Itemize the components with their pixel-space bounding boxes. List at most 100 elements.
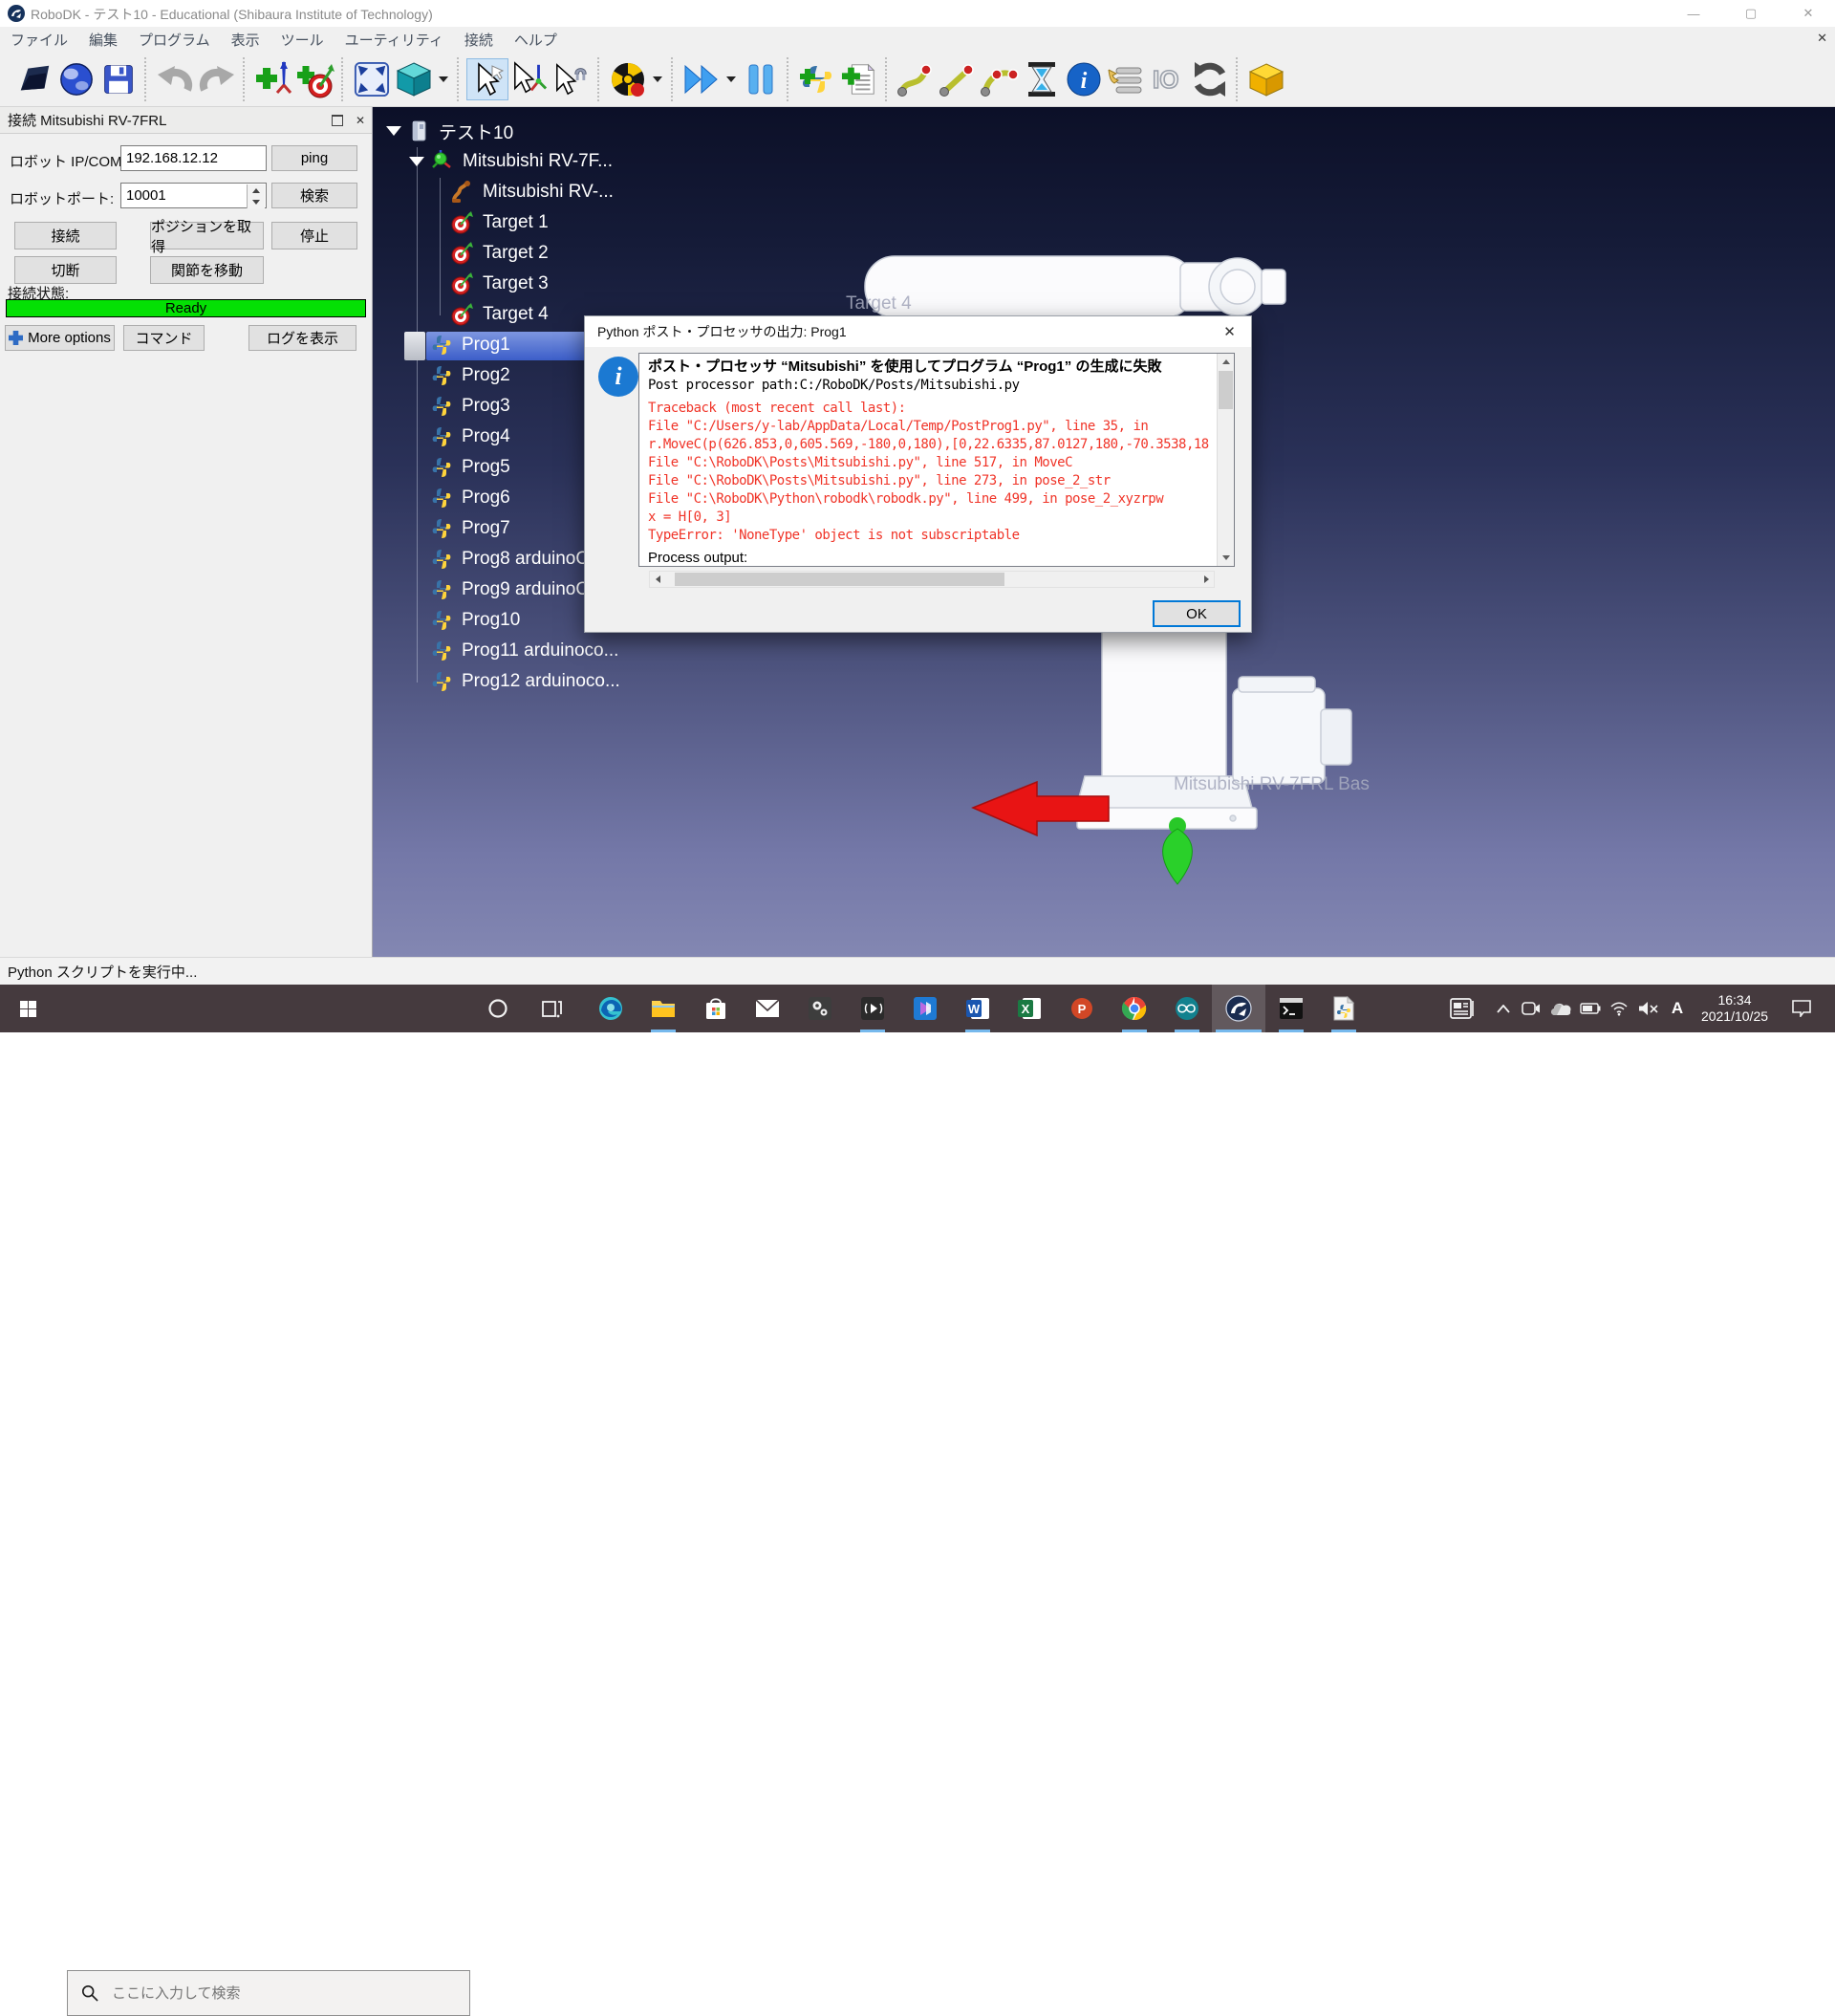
ime-indicator[interactable]: A	[1663, 985, 1692, 1032]
scroll-down-icon[interactable]	[1218, 550, 1234, 566]
tree-item-prog1[interactable]: Prog1	[430, 330, 510, 360]
taskbar-app-robodk-icon[interactable]	[1212, 985, 1265, 1032]
move-linear-instruction-icon[interactable]	[937, 58, 979, 100]
tree-item-prog7[interactable]: Prog7	[430, 513, 510, 544]
view-dropdown-icon[interactable]	[439, 76, 448, 82]
ok-button[interactable]: OK	[1153, 600, 1241, 627]
onedrive-icon[interactable]	[1544, 985, 1577, 1032]
menu-tools[interactable]: ツール	[270, 27, 335, 53]
taskbar-app-chrome-icon[interactable]	[1109, 985, 1160, 1032]
menu-edit[interactable]: 編集	[78, 27, 128, 53]
isometric-view-icon[interactable]	[393, 58, 435, 100]
pause-instruction-icon[interactable]	[1021, 58, 1063, 100]
menu-view[interactable]: 表示	[221, 27, 270, 53]
scroll-left-icon[interactable]	[650, 572, 665, 587]
taskbar-app-mail-icon[interactable]	[742, 985, 793, 1032]
maximize-icon[interactable]: ▢	[1729, 0, 1773, 27]
scrollbar-thumb[interactable]	[675, 573, 1004, 586]
scrollbar-thumb[interactable]	[1219, 371, 1233, 409]
menu-help[interactable]: ヘルプ	[504, 27, 568, 53]
taskbar-app-recorder-icon[interactable]	[847, 985, 898, 1032]
simulation-speed-dropdown-icon[interactable]	[726, 76, 736, 82]
tree-item-prog10[interactable]: Prog10	[430, 605, 520, 636]
pause-simulation-icon[interactable]	[740, 58, 782, 100]
tree-item-target3[interactable]: Target 3	[451, 269, 549, 299]
tree-item-target1[interactable]: Target 1	[451, 207, 549, 238]
ip-field[interactable]: 192.168.12.12	[120, 145, 267, 171]
add-target-icon[interactable]	[294, 58, 336, 100]
tree-item-prog6[interactable]: Prog6	[430, 483, 510, 513]
move-robot-tool-icon[interactable]	[550, 58, 593, 100]
tree-item-prog12[interactable]: Prog12 arduinoco...	[430, 666, 620, 697]
move-joints-button[interactable]: 関節を移動	[150, 256, 264, 284]
menu-file[interactable]: ファイル	[0, 27, 78, 53]
close-icon[interactable]: ✕	[1786, 0, 1830, 27]
menu-program[interactable]: プログラム	[128, 27, 221, 53]
add-reference-frame-icon[interactable]	[252, 58, 294, 100]
set-io-instruction-icon[interactable]: IO	[1147, 58, 1189, 100]
tree-item-target2[interactable]: Target 2	[451, 238, 549, 269]
vertical-scrollbar[interactable]	[1217, 354, 1234, 566]
fit-view-icon[interactable]	[351, 58, 393, 100]
taskbar-app-excel-icon[interactable]: X	[1004, 985, 1055, 1032]
tree-item-robot[interactable]: Mitsubishi RV-...	[451, 177, 614, 207]
check-collisions-icon[interactable]	[607, 58, 649, 100]
add-program-icon[interactable]	[838, 58, 880, 100]
undo-icon[interactable]	[154, 58, 196, 100]
disconnect-button[interactable]: 切断	[14, 256, 117, 284]
move-reference-tool-icon[interactable]	[508, 58, 550, 100]
search-button[interactable]: 検索	[271, 183, 357, 208]
search-input[interactable]	[110, 1984, 429, 2003]
taskbar-app-powerpoint-icon[interactable]: P	[1056, 985, 1108, 1032]
volume-mute-icon[interactable]	[1632, 985, 1665, 1032]
port-spinner[interactable]	[247, 184, 265, 208]
tree-item-prog5[interactable]: Prog5	[430, 452, 510, 483]
open-station-icon[interactable]	[13, 58, 55, 100]
expander-icon[interactable]	[386, 126, 401, 136]
horizontal-scrollbar[interactable]	[649, 571, 1215, 588]
save-station-icon[interactable]	[97, 58, 140, 100]
add-python-program-icon[interactable]	[796, 58, 838, 100]
menu-utilities[interactable]: ユーティリティ	[335, 27, 454, 53]
more-options-button[interactable]: More options	[5, 325, 115, 351]
move-circular-instruction-icon[interactable]	[979, 58, 1021, 100]
collision-dropdown-icon[interactable]	[653, 76, 662, 82]
panel-close-icon[interactable]: ✕	[349, 110, 372, 131]
fast-simulation-icon[interactable]	[680, 58, 723, 100]
export-simulation-icon[interactable]	[1245, 58, 1287, 100]
news-widget-icon[interactable]	[1439, 985, 1485, 1032]
show-log-button[interactable]: ログを表示	[248, 325, 356, 351]
task-view-icon[interactable]	[529, 985, 575, 1032]
scroll-right-icon[interactable]	[1198, 572, 1214, 587]
tree-item-target4[interactable]: Target 4	[451, 299, 549, 330]
tree-item-robot-frame[interactable]: Mitsubishi RV-7F...	[409, 146, 613, 177]
hidden-icons-chevron-icon[interactable]	[1487, 985, 1520, 1032]
cortana-icon[interactable]	[475, 985, 521, 1032]
move-joint-instruction-icon[interactable]	[895, 58, 937, 100]
battery-icon[interactable]	[1575, 985, 1606, 1032]
tree-item-prog8[interactable]: Prog8 arduinoO	[430, 544, 590, 574]
dialog-close-icon[interactable]: ✕	[1208, 316, 1251, 347]
meet-now-icon[interactable]	[1516, 985, 1546, 1032]
taskbar-app-word-icon[interactable]: W	[952, 985, 1004, 1032]
taskbar-app-edge-icon[interactable]	[585, 985, 637, 1032]
port-field[interactable]: 10001	[120, 183, 267, 208]
taskbar-clock[interactable]: 16:34 2021/10/25	[1694, 985, 1776, 1032]
tree-item-prog11[interactable]: Prog11 arduinoco...	[430, 636, 618, 666]
taskbar-app-store-icon[interactable]	[690, 985, 742, 1032]
minimize-icon[interactable]: —	[1672, 0, 1716, 27]
tree-item-prog9[interactable]: Prog9 arduinoO	[430, 574, 590, 605]
menubar-close-icon[interactable]: ✕	[1817, 31, 1827, 46]
get-position-button[interactable]: ポジションを取得	[150, 222, 264, 249]
program-call-instruction-icon[interactable]	[1105, 58, 1147, 100]
taskbar-app-python-file-icon[interactable]	[1318, 985, 1370, 1032]
command-button[interactable]: コマンド	[123, 325, 205, 351]
action-center-icon[interactable]	[1780, 985, 1824, 1032]
tree-item-prog3[interactable]: Prog3	[430, 391, 510, 422]
stop-button[interactable]: 停止	[271, 222, 357, 249]
show-message-instruction-icon[interactable]: i	[1063, 58, 1105, 100]
taskbar-app-terminal-icon[interactable]	[1265, 985, 1317, 1032]
open-online-library-icon[interactable]	[55, 58, 97, 100]
select-tool-icon[interactable]	[466, 58, 508, 100]
taskbar-app-vs-icon[interactable]	[899, 985, 951, 1032]
